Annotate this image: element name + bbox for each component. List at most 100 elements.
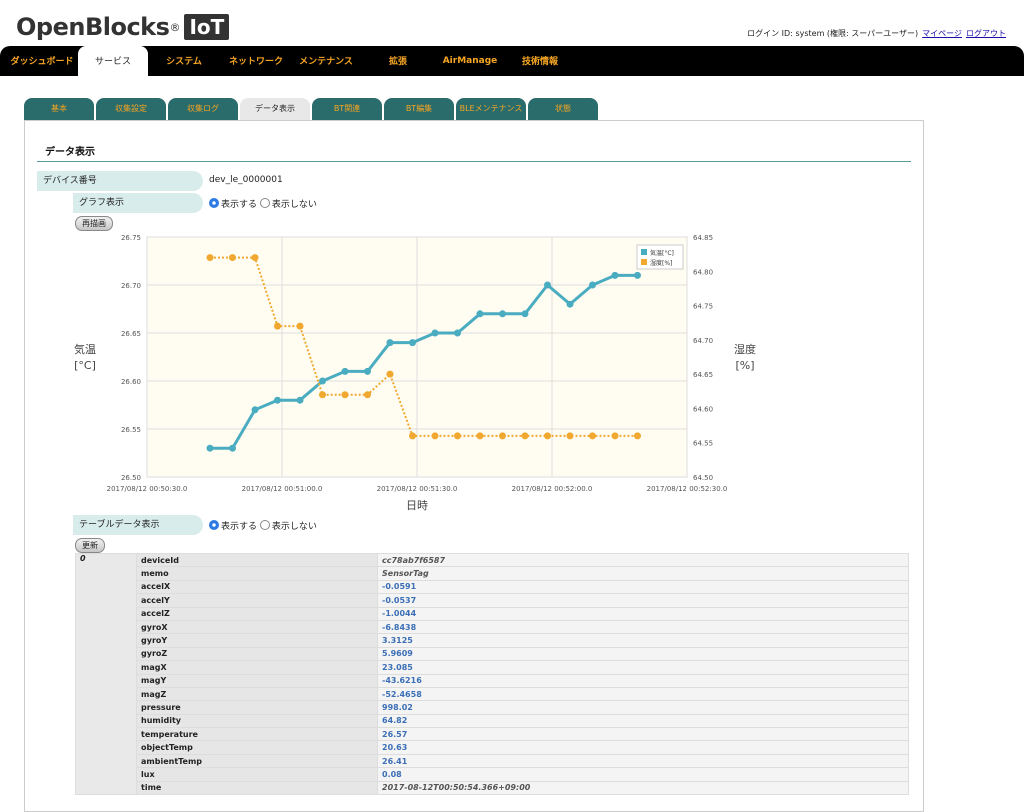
top-navigation: ダッシュボード サービス システム ネットワーク メンテナンス 拡張 AirMa… [0, 46, 1024, 78]
y-right-tick-label: 64.80 [693, 268, 713, 276]
field-name: magY [136, 673, 378, 688]
y-left-axis-unit: [°C] [74, 359, 96, 372]
tab-data-display[interactable]: データ表示 [240, 98, 310, 120]
data-point-humidity [499, 432, 506, 440]
data-point-humidity [634, 432, 641, 440]
field-name: ambientTemp [136, 753, 378, 769]
graph-display-on-radio[interactable] [209, 198, 219, 208]
field-value: -1.0044 [377, 606, 909, 621]
table-row: lux 0.08 [76, 767, 909, 782]
table-display-radios: 表示する 表示しない [209, 519, 317, 532]
field-name: gyroZ [136, 646, 378, 662]
graph-display-on-label: 表示する [221, 200, 258, 210]
legend-label: 湿度[%] [650, 259, 672, 267]
y-left-tick-label: 26.50 [121, 474, 141, 482]
x-tick-label: 2017/08/12 00:52:00.0 [512, 485, 593, 493]
y-left-axis-title: 気温 [74, 342, 96, 356]
line-chart: 26.75 26.70 26.65 26.60 26.55 26.50 64.85 64.80… [74, 234, 756, 512]
brand-logo: OpenBlocks ® IoT [16, 12, 230, 42]
table-row: humidity 64.82 [76, 713, 909, 729]
data-point-temperature [521, 310, 529, 318]
y-right-tick-label: 64.50 [693, 474, 713, 482]
field-value: 2017-08-12T00:50:54.366+09:00 [377, 780, 909, 796]
tab-collect-log[interactable]: 収集ログ [168, 98, 238, 120]
y-left-tick-label: 26.65 [121, 330, 141, 338]
table-display-label: テーブルデータ表示 [73, 515, 203, 535]
legend-swatch [641, 259, 647, 265]
data-point-humidity [274, 322, 281, 330]
nav-tech-info[interactable]: 技術情報 [510, 46, 570, 76]
section-title: データ表示 [45, 147, 95, 158]
data-point-humidity [521, 432, 529, 440]
data-point-humidity [544, 432, 551, 440]
data-point-humidity [589, 432, 596, 440]
table-display-on-radio[interactable] [209, 520, 219, 530]
data-point-humidity [229, 254, 236, 262]
field-value: 26.57 [377, 727, 909, 742]
data-point-humidity [566, 432, 574, 440]
field-name: magX [136, 660, 378, 675]
table-row: accelY -0.0537 [76, 593, 909, 608]
data-point-humidity [206, 254, 214, 262]
data-point-temperature [431, 329, 439, 337]
graph-display-off-label: 表示しない [271, 200, 317, 210]
tab-basic[interactable]: 基本 [24, 98, 94, 120]
nav-dashboard[interactable]: ダッシュボード [6, 46, 78, 76]
table-row: gyroZ 5.9609 [76, 646, 909, 662]
tab-collect-settings[interactable]: 収集設定 [96, 98, 166, 120]
nav-extension[interactable]: 拡張 [370, 46, 426, 76]
table-row: magY -43.6216 [76, 673, 909, 688]
field-value: 64.82 [377, 713, 909, 729]
table-row: 0 deviceId cc78ab7f6587 [75, 552, 909, 796]
data-point-temperature [499, 310, 506, 318]
table-row: accelX -0.0591 [76, 579, 909, 595]
table-row: memo SensorTag [76, 566, 909, 581]
data-point-temperature [274, 396, 281, 404]
nav-system[interactable]: システム [152, 46, 216, 76]
graph-display-off-radio[interactable] [259, 198, 270, 208]
y-right-tick-label: 64.65 [693, 371, 713, 379]
y-left-tick-label: 26.70 [121, 282, 141, 290]
nav-airmanage[interactable]: AirManage [440, 46, 500, 76]
tab-status[interactable]: 状態 [528, 98, 598, 120]
brand-suffix: IoT [184, 14, 230, 40]
data-point-temperature [364, 367, 371, 375]
logout-link[interactable]: ログアウト [966, 29, 1006, 38]
main-panel: データ表示 デバイス番号 dev_le_0000001 グラフ表示 表示する 表… [24, 120, 924, 812]
data-point-temperature [206, 444, 214, 452]
nav-maintenance[interactable]: メンテナンス [294, 46, 358, 76]
data-point-temperature [476, 310, 484, 318]
table-row: gyroY 3.3125 [76, 633, 909, 648]
field-name: accelY [136, 593, 378, 608]
table-row: magZ -52.4658 [76, 686, 909, 702]
field-name: memo [136, 566, 378, 581]
tab-bt-edit[interactable]: BT編集 [384, 98, 454, 120]
field-name: accelZ [136, 606, 378, 621]
sensor-data-table: 0 deviceId cc78ab7f6587 memo SensorTag accelX… [75, 552, 909, 796]
table-row: magX 23.085 [76, 660, 909, 675]
device-value: dev_le_0000001 [209, 175, 283, 185]
table-row: time 2017-08-12T00:50:54.366+09:00 [76, 780, 909, 796]
graph-display-radios: 表示する 表示しない [209, 197, 317, 210]
field-name: humidity [136, 713, 378, 729]
y-right-tick-label: 64.60 [693, 405, 713, 413]
graph-display-label: グラフ表示 [73, 193, 203, 213]
field-name: temperature [136, 727, 378, 742]
tab-bt-related[interactable]: BT関連 [312, 98, 382, 120]
x-axis-title: 日時 [406, 499, 428, 512]
nav-service[interactable]: サービス [78, 46, 148, 78]
data-point-temperature [386, 339, 394, 347]
x-tick-label: 2017/08/12 00:52:30.0 [647, 485, 728, 493]
data-point-humidity [319, 391, 326, 399]
field-value: 0.08 [377, 767, 909, 782]
mypage-link[interactable]: マイページ [922, 29, 962, 38]
table-display-off-radio[interactable] [259, 520, 270, 530]
field-value: 5.9609 [377, 646, 909, 662]
data-point-temperature [229, 444, 236, 452]
tab-ble-maintenance[interactable]: BLEメンテナンス [456, 98, 526, 120]
update-button[interactable]: 更新 [75, 538, 105, 553]
field-name: pressure [136, 700, 378, 715]
data-point-temperature [544, 281, 551, 289]
field-name: lux [136, 767, 378, 782]
nav-network[interactable]: ネットワーク [220, 46, 292, 76]
